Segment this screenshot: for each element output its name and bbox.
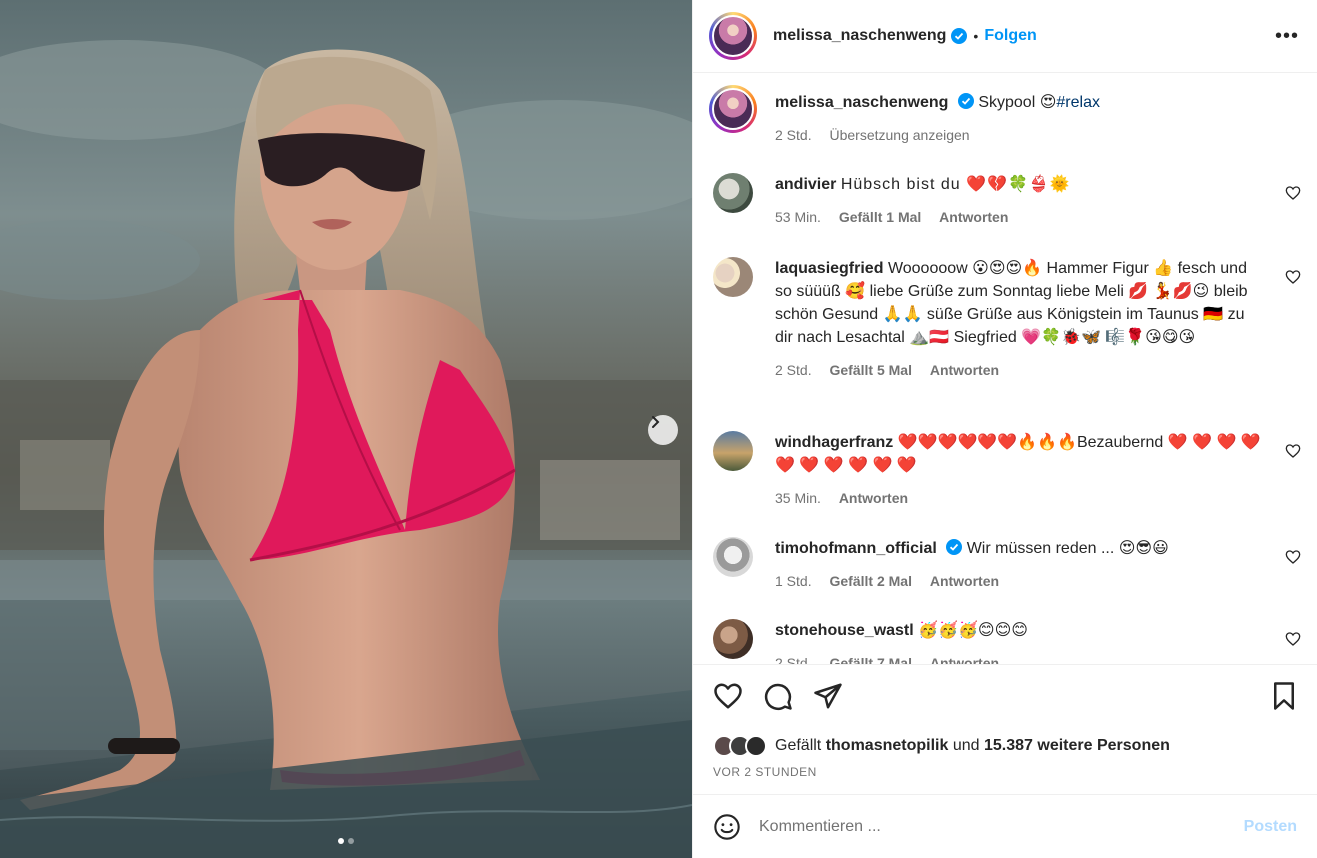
reply-button[interactable]: Antworten: [939, 209, 1008, 225]
comments-list: melissa_naschenweng Skypool 😍#relax 2 St…: [693, 73, 1317, 664]
comment-likes[interactable]: Gefällt 2 Mal: [829, 573, 911, 589]
comment-username[interactable]: laquasiegfried: [775, 260, 883, 277]
caption-text: Skypool: [978, 94, 1036, 111]
likes-user[interactable]: thomasnetopilik: [826, 737, 949, 755]
follow-button[interactable]: Folgen: [984, 27, 1036, 45]
caption-hashtag[interactable]: #relax: [1056, 94, 1100, 111]
comment-username[interactable]: andivier: [775, 176, 836, 193]
add-comment-bar: Posten: [693, 794, 1317, 858]
comment-age: 1 Std.: [775, 573, 812, 589]
carousel-indicator: [0, 838, 692, 844]
comment-avatar[interactable]: [713, 257, 753, 297]
post-comment-button[interactable]: Posten: [1244, 818, 1297, 836]
liker-avatar: [745, 735, 767, 757]
comment-age: 53 Min.: [775, 209, 821, 225]
carousel-dot: [348, 838, 354, 844]
comment-likes[interactable]: Gefällt 5 Mal: [829, 362, 911, 378]
like-comment-heart-icon[interactable]: [1285, 185, 1301, 201]
comment-text: Hübsch bist du ❤️💔🍀👙🌞: [840, 176, 1071, 193]
post-actions: Gefällt thomasnetopilik und 15.387 weite…: [693, 664, 1317, 794]
comment-text: 🥳🥳🥳😊😊😊: [918, 622, 1028, 639]
like-comment-heart-icon[interactable]: [1285, 549, 1301, 565]
likes-count[interactable]: 15.387 weitere Personen: [984, 737, 1170, 755]
likes-summary: Gefällt thomasnetopilik und 15.387 weite…: [713, 735, 1170, 757]
reply-button[interactable]: Antworten: [930, 362, 999, 378]
reply-button[interactable]: Antworten: [930, 655, 999, 664]
reply-button[interactable]: Antworten: [839, 490, 908, 506]
more-options-icon[interactable]: •••: [1275, 25, 1299, 48]
verified-badge-icon: [946, 539, 963, 555]
like-comment-heart-icon[interactable]: [1285, 631, 1301, 647]
comment-input[interactable]: [759, 817, 1244, 836]
post-header: melissa_naschenweng • Folgen •••: [693, 0, 1317, 73]
verified-badge-icon: [957, 93, 974, 109]
caption-avatar[interactable]: [709, 85, 757, 133]
like-heart-icon[interactable]: [713, 681, 743, 711]
photo-illustration: [0, 0, 692, 858]
likes-middle: und: [952, 737, 980, 754]
comment-avatar[interactable]: [713, 431, 753, 471]
caption-emoji: 😍: [1039, 94, 1057, 111]
chevron-right-icon: [652, 416, 660, 428]
post-panel: melissa_naschenweng • Folgen ••• melissa…: [692, 0, 1317, 858]
comment-username[interactable]: stonehouse_wastl: [775, 622, 914, 639]
comment-username[interactable]: windhagerfranz: [775, 434, 893, 451]
emoji-smiley-icon[interactable]: [713, 813, 741, 841]
separator-dot: •: [973, 28, 979, 44]
comment-avatar[interactable]: [713, 537, 753, 577]
comment-bubble-icon[interactable]: [763, 681, 793, 711]
save-bookmark-icon[interactable]: [1269, 681, 1299, 711]
comment-text: Wir müssen reden ... 😍😎😃: [966, 540, 1169, 557]
comment-age: 2 Std.: [775, 362, 812, 378]
share-paper-plane-icon[interactable]: [813, 681, 843, 711]
like-comment-heart-icon[interactable]: [1285, 443, 1301, 459]
comment-username[interactable]: timohofmann_official: [775, 540, 937, 557]
comment-age: 35 Min.: [775, 490, 821, 506]
comment-likes[interactable]: Gefällt 1 Mal: [839, 209, 921, 225]
author-avatar[interactable]: [709, 12, 757, 60]
carousel-dot-active: [338, 838, 344, 844]
comment-likes[interactable]: Gefällt 7 Mal: [829, 655, 911, 664]
reply-button[interactable]: Antworten: [930, 573, 999, 589]
caption-age: 2 Std.: [775, 127, 812, 143]
post-timestamp: VOR 2 STUNDEN: [713, 765, 817, 779]
post-photo[interactable]: [0, 0, 692, 858]
comment-age: 2 Std.: [775, 655, 812, 664]
verified-badge-icon: [951, 28, 968, 44]
likes-prefix: Gefällt: [775, 737, 822, 754]
like-comment-heart-icon[interactable]: [1285, 269, 1301, 285]
comment-avatar[interactable]: [713, 619, 753, 659]
translate-link[interactable]: Übersetzung anzeigen: [829, 127, 969, 143]
caption-username[interactable]: melissa_naschenweng: [775, 94, 948, 111]
next-slide-button[interactable]: [648, 415, 678, 445]
comment-avatar[interactable]: [713, 173, 753, 213]
author-username[interactable]: melissa_naschenweng: [773, 27, 946, 45]
